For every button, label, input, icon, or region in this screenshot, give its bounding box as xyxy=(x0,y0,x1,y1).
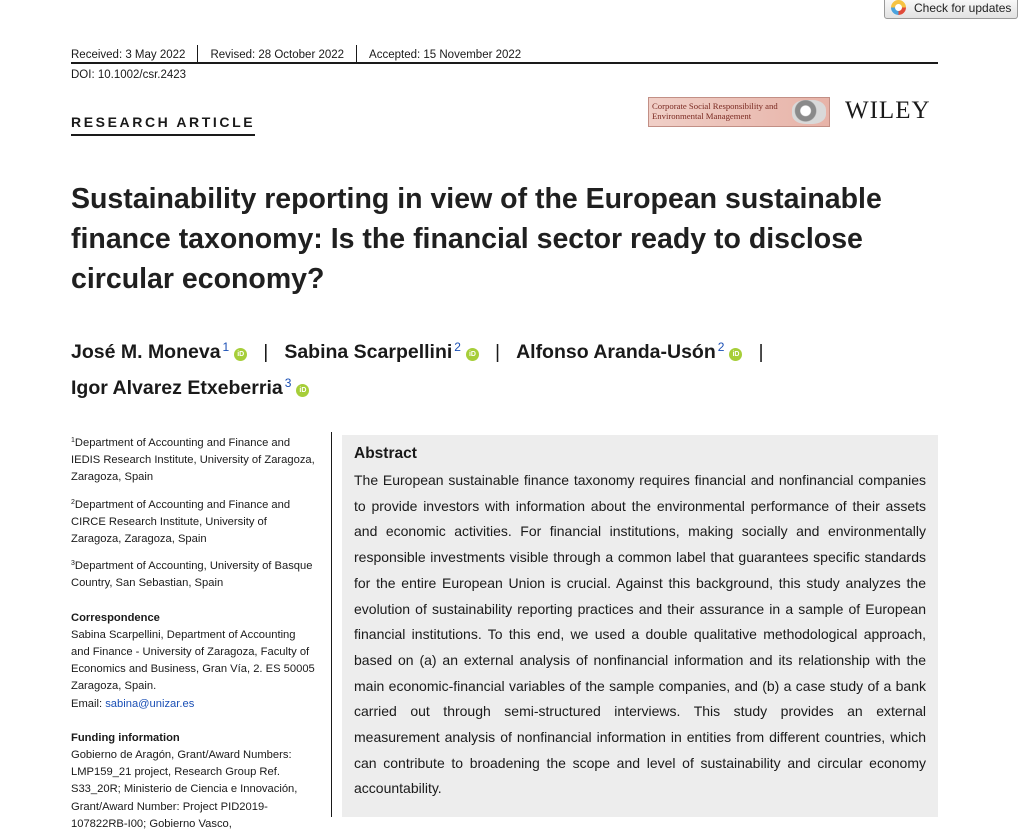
email-label: Email: xyxy=(71,697,103,710)
orcid-icon[interactable]: iD xyxy=(465,348,479,361)
check-for-updates-label: Check for updates xyxy=(914,0,1012,15)
publisher-logo: WILEY xyxy=(845,97,931,124)
author[interactable]: Alfonso Aranda-Usón 2iD xyxy=(516,340,743,363)
author-list: José M. Moneva 1iD | Sabina Scarpellini 2iD |… xyxy=(71,332,951,404)
affiliation: 1Department of Accounting and Finance an… xyxy=(71,437,315,484)
journal-logo: Corporate Social Responsibility and Envi… xyxy=(648,97,830,127)
author-separator: | xyxy=(758,341,764,363)
funding-text: Gobierno de Aragón, Grant/Award Numbers:… xyxy=(71,749,298,830)
correspondence-email-row: Email: sabina@unizar.es xyxy=(71,696,315,713)
author-separator: | xyxy=(494,341,501,363)
crossmark-icon xyxy=(891,0,906,15)
affiliation-marker[interactable]: 2 xyxy=(454,340,461,354)
section-label: RESEARCH ARTICLE xyxy=(71,114,256,136)
author-separator: | xyxy=(263,341,269,363)
correspondence-text: Sabina Scarpellini, Department of Accoun… xyxy=(71,628,315,693)
author[interactable]: Igor Alvarez Etxeberria 3iD xyxy=(71,376,310,399)
abstract-box: Abstract The European sustainable financ… xyxy=(342,435,938,817)
affiliation: 3Department of Accounting, University of… xyxy=(71,560,313,590)
journal-emblem-icon xyxy=(792,100,826,124)
article-sidebar: 1Department of Accounting and Finance an… xyxy=(71,432,315,833)
article-title: Sustainability reporting in view of the … xyxy=(71,183,882,295)
affiliation-marker[interactable]: 1 xyxy=(223,340,230,354)
affiliation-marker[interactable]: 3 xyxy=(285,376,292,390)
abstract-heading: Abstract xyxy=(354,445,417,462)
funding-heading: Funding information xyxy=(71,731,180,744)
orcid-icon[interactable]: iD xyxy=(296,384,310,397)
doi[interactable]: DOI: 10.1002/csr.2423 xyxy=(71,69,186,81)
revised-date: Revised: 28 October 2022 xyxy=(210,48,345,61)
author[interactable]: Sabina Scarpellini 2iD xyxy=(284,340,479,363)
affiliation: 2Department of Accounting and Finance an… xyxy=(71,498,291,546)
author[interactable]: José M. Moneva 1iD xyxy=(71,340,248,363)
received-date: Received: 3 May 2022 xyxy=(71,48,186,61)
correspondence-heading: Correspondence xyxy=(71,611,160,624)
header-rule xyxy=(71,62,938,64)
accepted-date: Accepted: 15 November 2022 xyxy=(369,48,522,61)
orcid-icon[interactable]: iD xyxy=(729,348,743,361)
check-for-updates-button[interactable]: Check for updates xyxy=(884,0,1018,19)
abstract-text: The European sustainable finance taxonom… xyxy=(354,472,926,797)
column-divider xyxy=(331,432,332,817)
orcid-icon[interactable]: iD xyxy=(234,348,248,361)
email-link[interactable]: sabina@unizar.es xyxy=(105,698,194,710)
affiliation-marker[interactable]: 2 xyxy=(718,340,725,354)
